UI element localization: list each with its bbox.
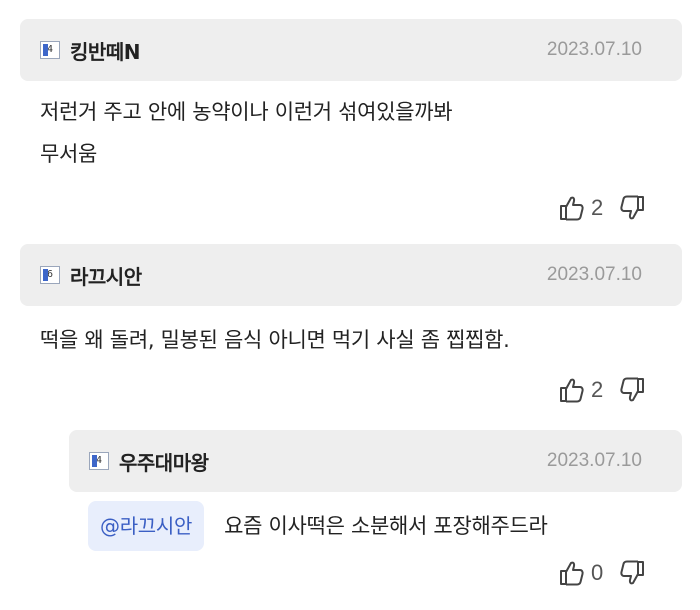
comment-line: 저런거 주고 안에 농약이나 이런거 섞여있을까봐 xyxy=(40,100,453,124)
comment-date: 2023.07.10 xyxy=(546,39,642,60)
reply-text: 요즘 이사떡은 소분해서 포장해주드라 xyxy=(224,514,548,538)
level-badge-icon: 6 xyxy=(40,266,60,284)
vote-bar: 0 xyxy=(557,559,647,587)
thumbs-down-icon[interactable] xyxy=(619,559,647,587)
comment-body: 떡을 왜 돌려, 밀봉된 음식 아니면 먹기 사실 좀 찝찝함. xyxy=(40,319,510,361)
comment-date: 2023.07.10 xyxy=(546,264,642,285)
vote-bar: 2 xyxy=(557,376,647,404)
like-count: 2 xyxy=(591,195,604,220)
reply-author[interactable]: 우주대마왕 xyxy=(119,447,209,476)
level-badge-icon: 4 xyxy=(40,41,60,59)
comment-author[interactable]: 라끄시안 xyxy=(70,261,142,290)
like-count: 0 xyxy=(591,560,604,585)
reply-body: @라끄시안 요즘 이사떡은 소분해서 포장해주드라 xyxy=(88,501,548,551)
reply-header: 4 우주대마왕 2023.07.10 xyxy=(69,430,682,492)
comment-line: 떡을 왜 돌려, 밀봉된 음식 아니면 먹기 사실 좀 찝찝함. xyxy=(40,328,510,352)
thumbs-up-icon[interactable] xyxy=(557,376,585,404)
level-badge-icon: 4 xyxy=(89,452,109,470)
like-count: 2 xyxy=(591,377,604,402)
reply-date: 2023.07.10 xyxy=(546,450,642,471)
vote-bar: 2 xyxy=(557,194,647,222)
comment-body: 저런거 주고 안에 농약이나 이런거 섞여있을까봐 무서움 xyxy=(40,91,453,175)
comment-header: 6 라끄시안 2023.07.10 xyxy=(20,244,682,306)
thumbs-down-icon[interactable] xyxy=(619,194,647,222)
thumbs-down-icon[interactable] xyxy=(619,376,647,404)
thumbs-up-icon[interactable] xyxy=(557,559,585,587)
mention-tag[interactable]: @라끄시안 xyxy=(88,501,205,551)
comment-line: 무서움 xyxy=(40,142,98,166)
comment-author[interactable]: 킹반떼N xyxy=(70,36,140,65)
thumbs-up-icon[interactable] xyxy=(557,194,585,222)
comment-header: 4 킹반떼N 2023.07.10 xyxy=(20,19,682,81)
